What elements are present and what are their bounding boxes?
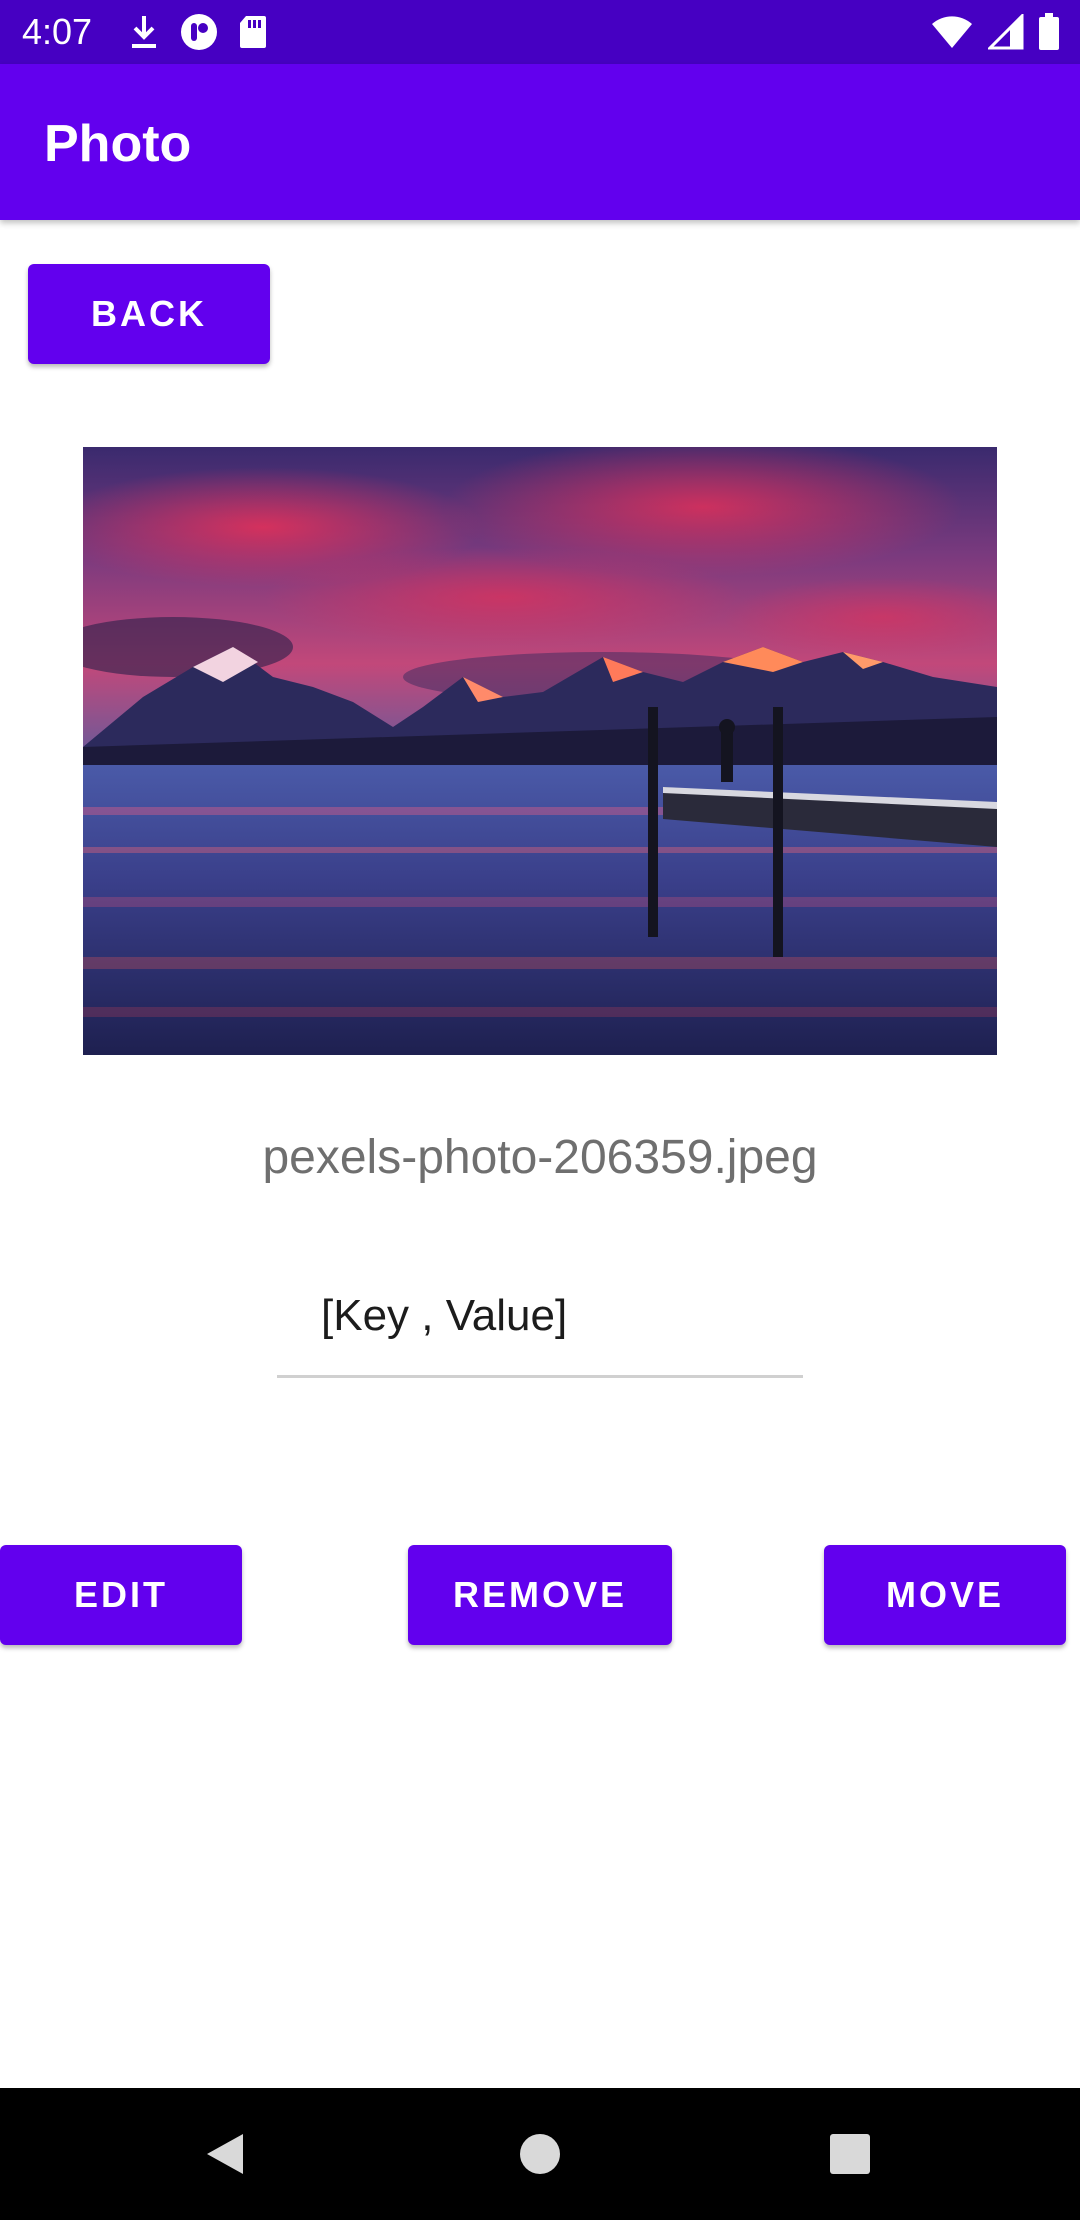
home-circle-icon [520,2134,560,2174]
nav-back-button[interactable] [180,2088,270,2220]
app-bar: Photo [0,64,1080,220]
move-button[interactable]: MOVE [824,1545,1066,1645]
status-notification-icons [128,12,268,52]
status-system-icons [930,12,1060,52]
status-bar: 4:07 [0,0,1080,64]
status-time: 4:07 [22,11,93,52]
photo-preview [83,447,997,1055]
download-icon [128,14,160,50]
app-title: Photo [44,115,192,173]
nav-home-button[interactable] [495,2088,585,2220]
sd-card-icon [238,14,268,50]
landscape-photo-image [83,447,997,1055]
battery-icon [1038,13,1060,51]
wifi-icon [930,14,974,50]
remove-button[interactable]: REMOVE [408,1545,672,1645]
tag-key-value-text: [Key , Value] [321,1291,568,1340]
back-triangle-icon [207,2134,243,2174]
cell-signal-icon [988,14,1024,50]
tag-key-value-field[interactable]: [Key , Value] [277,1278,803,1378]
recents-square-icon [830,2134,870,2174]
system-nav-bar [0,2088,1080,2220]
back-button[interactable]: BACK [28,264,270,364]
vpn-app-icon [180,13,218,51]
nav-recents-button[interactable] [805,2088,895,2220]
edit-button[interactable]: EDIT [0,1545,242,1645]
photo-filename: pexels-photo-206359.jpeg [262,1131,818,1184]
